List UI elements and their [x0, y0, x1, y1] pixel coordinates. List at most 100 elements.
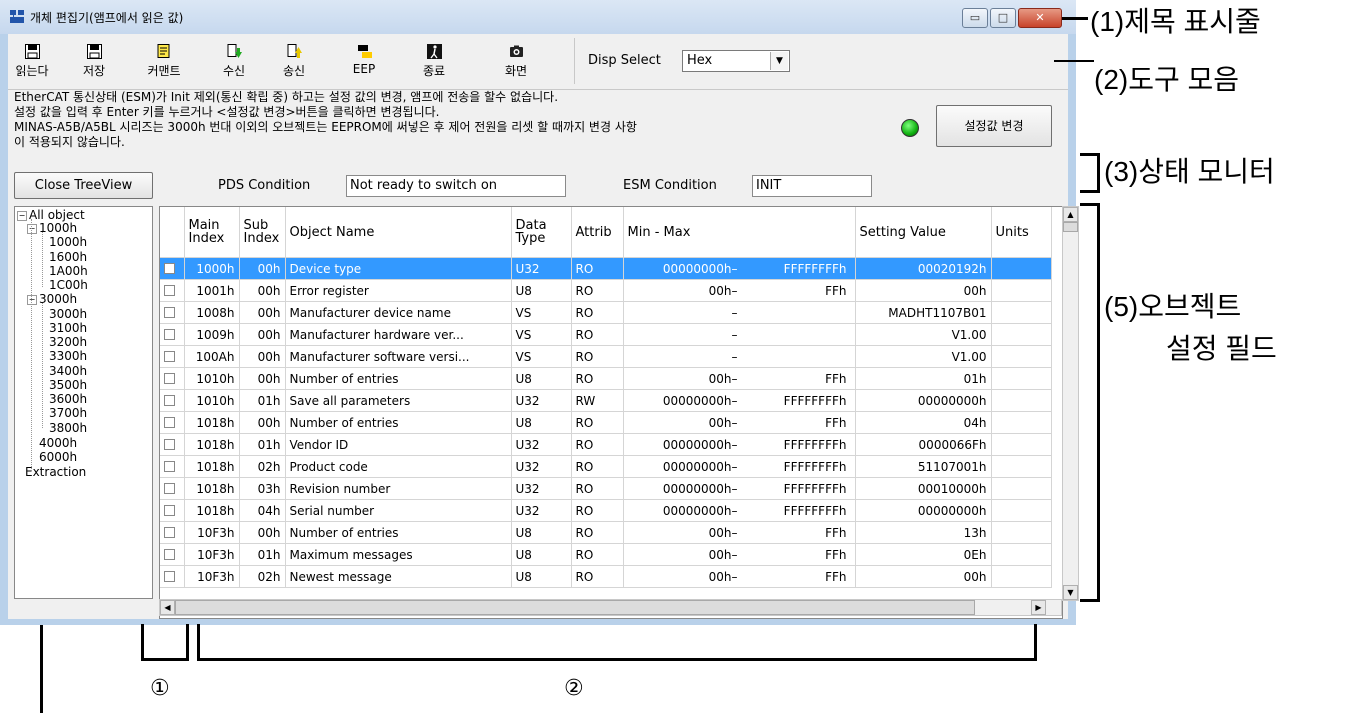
close-treeview-button[interactable]: Close TreeView — [14, 172, 153, 199]
cell-attrib[interactable]: RO — [571, 543, 624, 566]
table-row[interactable]: 10F3h 00h Number of entries U8 RO 00h– FFh 13h — [160, 521, 1052, 544]
cell-object-name[interactable]: Maximum messages — [285, 543, 512, 566]
cell-setting-value[interactable]: V1.00 — [855, 345, 992, 368]
cell-setting-value[interactable]: 00000000h — [855, 499, 992, 522]
cell-setting-value[interactable]: MADHT1107B01 — [855, 301, 992, 324]
row-checkbox[interactable] — [164, 350, 175, 362]
cell-min-max[interactable]: – — [623, 323, 856, 346]
cell-min-max[interactable]: – — [623, 301, 856, 324]
row-checkbox-cell[interactable] — [160, 521, 185, 544]
cell-sub-index[interactable]: 00h — [239, 301, 286, 324]
cell-sub-index[interactable]: 00h — [239, 323, 286, 346]
row-checkbox[interactable] — [164, 548, 175, 560]
tree-node-3300h[interactable]: 3300h — [49, 350, 87, 362]
cell-setting-value[interactable]: V1.00 — [855, 323, 992, 346]
table-row[interactable]: 1018h 03h Revision number U32 RO 00000000h– FF… — [160, 477, 1052, 500]
cell-units[interactable] — [991, 279, 1052, 302]
cell-sub-index[interactable]: 00h — [239, 367, 286, 390]
cell-setting-value[interactable]: 04h — [855, 411, 992, 434]
table-row[interactable]: 1008h 00h Manufacturer device name VS RO – MAD… — [160, 301, 1052, 324]
cell-setting-value[interactable]: 00000000h — [855, 389, 992, 412]
read-button[interactable]: 읽는다 — [2, 44, 62, 79]
cell-setting-value[interactable]: 0Eh — [855, 543, 992, 566]
disp-select-dropdown[interactable]: Hex ▼ — [682, 50, 790, 72]
horizontal-scrollbar[interactable]: ◀ ▶ — [159, 599, 1062, 616]
cell-attrib[interactable]: RO — [571, 367, 624, 390]
table-row[interactable]: 1018h 01h Vendor ID U32 RO 00000000h– FFFFFFFF… — [160, 433, 1052, 456]
row-checkbox[interactable] — [164, 372, 175, 384]
tree-node-3800h[interactable]: 3800h — [49, 422, 87, 434]
table-row[interactable]: 1018h 04h Serial number U32 RO 00000000h– FFFF… — [160, 499, 1052, 522]
cell-sub-index[interactable]: 03h — [239, 477, 286, 500]
cell-attrib[interactable]: RO — [571, 565, 624, 588]
tree-node-3000h-child[interactable]: 3000h — [49, 308, 87, 320]
cell-sub-index[interactable]: 01h — [239, 543, 286, 566]
cell-min-max[interactable]: – — [623, 345, 856, 368]
row-checkbox-cell[interactable] — [160, 301, 185, 324]
cell-setting-value[interactable]: 01h — [855, 367, 992, 390]
cell-attrib[interactable]: RO — [571, 521, 624, 544]
cell-data-type[interactable]: U32 — [511, 477, 572, 500]
cell-data-type[interactable]: U8 — [511, 279, 572, 302]
cell-main-index[interactable]: 1010h — [184, 367, 240, 390]
cell-units[interactable] — [991, 345, 1052, 368]
cell-main-index[interactable]: 1000h — [184, 257, 240, 280]
cell-units[interactable] — [991, 257, 1052, 280]
cell-min-max[interactable]: 00h– FFh — [623, 367, 856, 390]
cell-attrib[interactable]: RW — [571, 389, 624, 412]
object-tree[interactable]: − All object −1000h 1000h 1600h 1A00h 1C0… — [14, 206, 153, 599]
eep-button[interactable]: EEP — [334, 44, 394, 76]
row-checkbox[interactable] — [164, 416, 175, 428]
row-checkbox[interactable] — [164, 328, 175, 340]
col-header-object-name[interactable]: Object Name — [285, 207, 512, 258]
row-checkbox[interactable] — [164, 570, 175, 582]
row-checkbox[interactable] — [164, 284, 175, 296]
cell-units[interactable] — [991, 389, 1052, 412]
row-checkbox-cell[interactable] — [160, 257, 185, 280]
cell-attrib[interactable]: RO — [571, 499, 624, 522]
cell-object-name[interactable]: Save all parameters — [285, 389, 512, 412]
cell-min-max[interactable]: 00h– FFh — [623, 565, 856, 588]
close-button[interactable]: ✕ — [1018, 8, 1062, 28]
row-checkbox[interactable] — [164, 394, 175, 406]
cell-object-name[interactable]: Number of entries — [285, 411, 512, 434]
col-header-attrib[interactable]: Attrib — [571, 207, 624, 258]
row-checkbox[interactable] — [164, 504, 175, 516]
scroll-left-icon[interactable]: ◀ — [160, 600, 175, 615]
row-checkbox[interactable] — [164, 438, 175, 450]
cell-main-index[interactable]: 1009h — [184, 323, 240, 346]
cell-setting-value[interactable]: 00010000h — [855, 477, 992, 500]
cell-min-max[interactable]: 00000000h– FFFFFFFFh — [623, 389, 856, 412]
table-row[interactable]: 1018h 00h Number of entries U8 RO 00h– FFh 04h — [160, 411, 1052, 434]
cell-units[interactable] — [991, 565, 1052, 588]
cell-data-type[interactable]: U32 — [511, 499, 572, 522]
tree-node-1c00h[interactable]: 1C00h — [49, 279, 88, 291]
cell-units[interactable] — [991, 411, 1052, 434]
tree-node-4000h[interactable]: 4000h — [39, 437, 77, 449]
cell-object-name[interactable]: Serial number — [285, 499, 512, 522]
cell-data-type[interactable]: VS — [511, 345, 572, 368]
row-checkbox[interactable] — [164, 482, 175, 494]
cell-min-max[interactable]: 00000000h– FFFFFFFFh — [623, 499, 856, 522]
cell-object-name[interactable]: Revision number — [285, 477, 512, 500]
cell-data-type[interactable]: VS — [511, 301, 572, 324]
col-header-units[interactable]: Units — [991, 207, 1052, 258]
cell-main-index[interactable]: 1018h — [184, 477, 240, 500]
tree-node-6000h[interactable]: 6000h — [39, 451, 77, 463]
cell-sub-index[interactable]: 00h — [239, 521, 286, 544]
cell-units[interactable] — [991, 455, 1052, 478]
row-checkbox[interactable] — [164, 460, 175, 472]
row-checkbox-cell[interactable] — [160, 367, 185, 390]
cell-attrib[interactable]: RO — [571, 345, 624, 368]
cell-attrib[interactable]: RO — [571, 279, 624, 302]
row-checkbox[interactable] — [164, 262, 175, 274]
cell-setting-value[interactable]: 00020192h — [855, 257, 992, 280]
cell-sub-index[interactable]: 00h — [239, 257, 286, 280]
tree-node-1000h-child[interactable]: 1000h — [49, 236, 87, 248]
maximize-button[interactable]: □ — [990, 8, 1016, 28]
cell-attrib[interactable]: RO — [571, 301, 624, 324]
cell-main-index[interactable]: 100Ah — [184, 345, 240, 368]
table-row[interactable]: 10F3h 01h Maximum messages U8 RO 00h– FFh 0Eh — [160, 543, 1052, 566]
cell-attrib[interactable]: RO — [571, 257, 624, 280]
row-checkbox[interactable] — [164, 306, 175, 318]
